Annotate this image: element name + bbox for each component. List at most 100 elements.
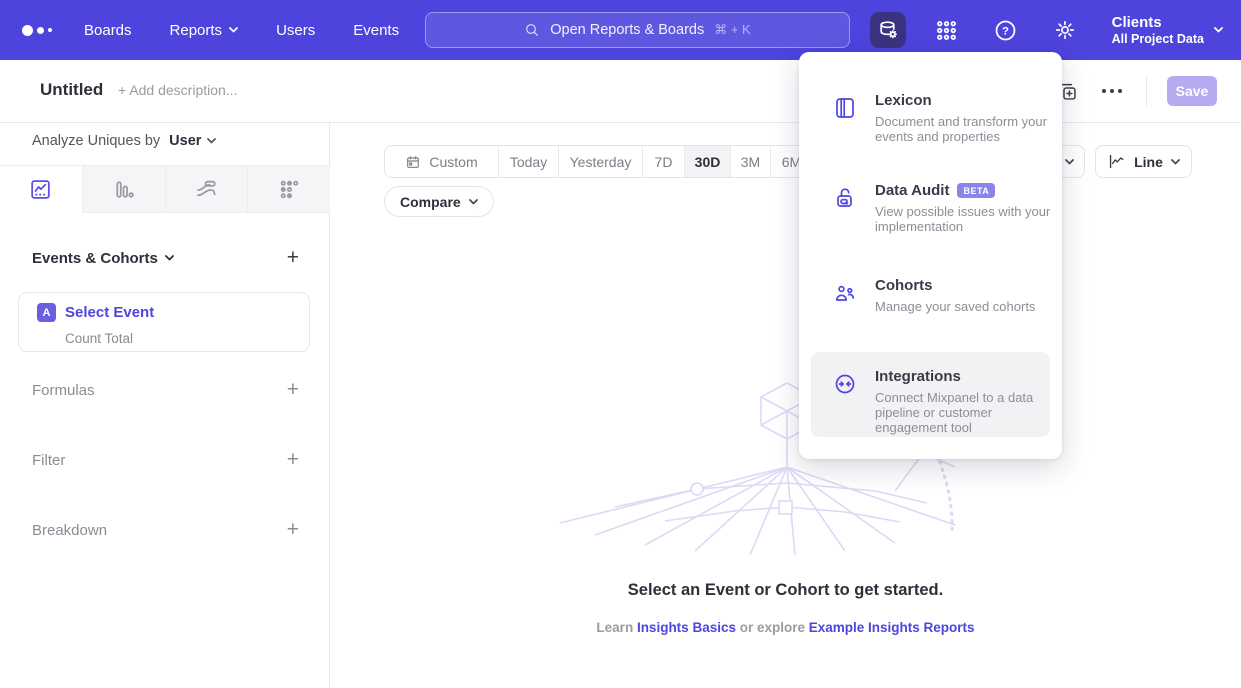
nav-right-cluster: ? Clients All Project Data — [870, 0, 1223, 60]
nav-boards[interactable]: Boards — [84, 22, 132, 39]
project-name: Clients — [1112, 14, 1204, 32]
flow-chart-icon — [194, 177, 219, 202]
tab-line-chart[interactable] — [0, 166, 83, 213]
range-custom-label: Custom — [429, 154, 477, 170]
analyze-uniques-control[interactable]: Analyze Uniques by User — [32, 133, 216, 149]
report-description-field[interactable]: + Add description... — [118, 82, 237, 98]
header-divider — [1146, 76, 1147, 106]
range-today[interactable]: Today — [499, 146, 559, 177]
project-selector[interactable]: Clients All Project Data — [1112, 14, 1223, 47]
nav-events-label: Events — [353, 22, 399, 39]
events-cohorts-toggle[interactable]: Events & Cohorts — [32, 250, 174, 267]
more-options-button[interactable] — [1098, 85, 1126, 97]
events-cohorts-label: Events & Cohorts — [32, 250, 158, 267]
select-event-label[interactable]: Select Event — [65, 304, 154, 321]
range-3m-label: 3M — [741, 154, 760, 170]
search-icon — [524, 22, 540, 38]
nav-reports-label: Reports — [170, 22, 223, 39]
primary-nav: Boards Reports Users Events — [84, 22, 399, 39]
add-formula-button[interactable]: + — [287, 380, 299, 400]
range-30d-selected[interactable]: 30D — [685, 146, 731, 177]
integrations-sync-icon — [833, 372, 857, 396]
tab-flow-chart[interactable] — [166, 166, 249, 212]
chevron-down-icon — [469, 199, 478, 205]
report-actions: Save — [1057, 74, 1217, 108]
global-search-input[interactable]: Open Reports & Boards ⌘ + K — [425, 12, 850, 48]
bar-chart-icon — [111, 177, 136, 202]
search-placeholder: Open Reports & Boards — [550, 22, 704, 38]
cohorts-description: Manage your saved cohorts — [875, 299, 1051, 314]
report-canvas: Custom Today Yesterday 7D 30D 3M 6M Comp… — [330, 123, 1241, 688]
range-custom[interactable]: Custom — [385, 146, 499, 177]
save-button[interactable]: Save — [1167, 76, 1217, 106]
data-audit-description: View possible issues with your implement… — [875, 204, 1051, 234]
nav-users[interactable]: Users — [276, 22, 315, 39]
chart-type-selector[interactable]: Line — [1095, 145, 1192, 178]
formulas-row: Formulas + — [32, 377, 299, 403]
range-today-label: Today — [510, 154, 547, 170]
events-cohorts-header: Events & Cohorts + — [32, 245, 299, 271]
cohorts-users-icon — [833, 281, 857, 305]
apps-grid-icon — [934, 18, 959, 43]
filter-label: Filter — [32, 452, 65, 469]
analyze-label: Analyze Uniques by — [32, 133, 160, 149]
nav-reports[interactable]: Reports — [170, 22, 239, 39]
compare-button[interactable]: Compare — [384, 186, 494, 217]
tab-bar-chart[interactable] — [83, 166, 166, 212]
project-scope: All Project Data — [1112, 32, 1204, 47]
empty-state: Select an Event or Cohort to get started… — [330, 581, 1241, 635]
range-30d-label: 30D — [695, 154, 721, 170]
range-7d-label: 7D — [655, 154, 673, 170]
range-7d[interactable]: 7D — [643, 146, 685, 177]
data-audit-lock-icon — [833, 186, 857, 210]
example-reports-link[interactable]: Example Insights Reports — [809, 620, 975, 635]
help-button[interactable]: ? — [988, 12, 1024, 48]
range-3m[interactable]: 3M — [731, 146, 771, 177]
breakdown-row: Breakdown + — [32, 517, 299, 543]
query-sidebar: Analyze Uniques by User Events — [0, 123, 330, 688]
settings-button[interactable] — [1047, 12, 1083, 48]
nav-events[interactable]: Events — [353, 22, 399, 39]
range-yesterday[interactable]: Yesterday — [559, 146, 643, 177]
integrations-title: Integrations — [875, 368, 1050, 385]
chevron-down-icon — [165, 255, 174, 261]
chart-type-tabs — [0, 165, 330, 213]
database-gear-icon — [876, 18, 900, 42]
breakdown-label: Breakdown — [32, 522, 107, 539]
data-management-button[interactable] — [870, 12, 906, 48]
empty-mid-text: or explore — [736, 620, 809, 635]
filter-row: Filter + — [32, 447, 299, 473]
menu-item-integrations[interactable]: Integrations Connect Mixpanel to a data … — [811, 352, 1050, 437]
data-management-dropdown: Lexicon Document and transform your even… — [799, 52, 1062, 459]
lexicon-book-icon — [833, 96, 857, 120]
count-total-label[interactable]: Count Total — [65, 331, 133, 346]
chevron-down-icon — [1214, 27, 1223, 33]
beta-badge: BETA — [957, 183, 995, 198]
mixpanel-logo-icon[interactable] — [22, 25, 66, 36]
compare-label: Compare — [400, 194, 461, 210]
settings-gear-icon — [1053, 18, 1077, 42]
calendar-icon — [405, 154, 421, 170]
chart-type-label: Line — [1134, 154, 1163, 170]
search-shortcut: ⌘ + K — [714, 22, 751, 38]
lexicon-description: Document and transform your events and p… — [875, 114, 1051, 144]
insights-basics-link[interactable]: Insights Basics — [637, 620, 736, 635]
apps-grid-button[interactable] — [929, 12, 965, 48]
nav-users-label: Users — [276, 22, 315, 39]
empty-state-title: Select an Event or Cohort to get started… — [330, 581, 1241, 600]
report-title[interactable]: Untitled — [40, 80, 103, 100]
add-breakdown-button[interactable]: + — [287, 520, 299, 540]
tab-metric-grid[interactable] — [248, 166, 330, 212]
add-event-button[interactable]: + — [287, 248, 299, 268]
chevron-down-icon — [1065, 159, 1074, 165]
chevron-down-icon — [1171, 159, 1180, 165]
analyze-value: User — [169, 133, 201, 149]
chevron-down-icon — [229, 27, 238, 33]
add-filter-button[interactable]: + — [287, 450, 299, 470]
event-card[interactable]: A Select Event Count Total — [18, 292, 310, 352]
chevron-down-icon — [207, 138, 216, 144]
line-type-icon — [1107, 152, 1126, 171]
nav-boards-label: Boards — [84, 22, 132, 39]
help-icon: ? — [993, 18, 1018, 43]
svg-text:?: ? — [1002, 25, 1009, 37]
